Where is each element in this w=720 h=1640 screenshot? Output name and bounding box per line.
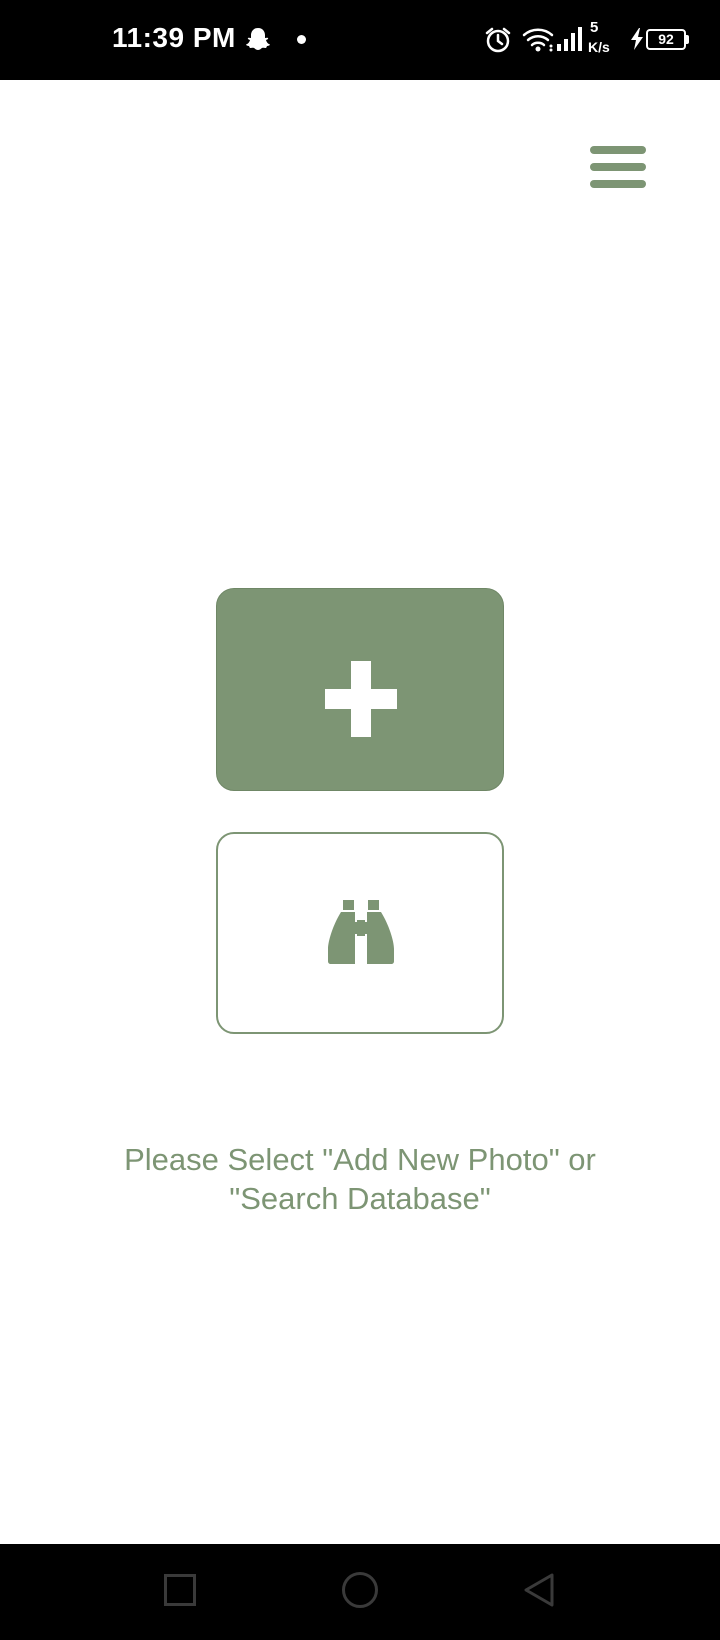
status-time: 11:39 PM	[112, 22, 236, 53]
system-navigation-bar	[0, 1544, 720, 1640]
network-speed-unit: K/s	[588, 39, 610, 55]
hamburger-menu-button[interactable]	[584, 140, 652, 194]
status-bar: 11:39 PM 5 K/s 92	[0, 0, 720, 80]
battery-icon: 92	[646, 29, 686, 50]
alarm-icon	[484, 26, 512, 59]
charging-bolt-icon	[630, 28, 644, 55]
instruction-line-2: "Search Database"	[229, 1181, 491, 1216]
search-database-button[interactable]	[216, 832, 504, 1034]
hamburger-menu-icon	[590, 163, 646, 171]
home-circle-icon[interactable]	[342, 1572, 378, 1608]
hamburger-menu-icon	[590, 146, 646, 154]
battery-tip	[686, 35, 689, 44]
plus-icon	[325, 661, 397, 737]
add-new-photo-button[interactable]	[216, 588, 504, 791]
notification-dot-icon	[297, 35, 306, 44]
recents-square-icon[interactable]	[164, 1574, 196, 1606]
back-triangle-icon[interactable]	[522, 1572, 556, 1613]
binoculars-icon	[328, 900, 394, 966]
battery-level: 92	[658, 31, 674, 47]
instruction-text: Please Select "Add New Photo" or "Search…	[60, 1140, 660, 1218]
snapchat-notification-icon	[244, 26, 272, 59]
hamburger-menu-icon	[590, 180, 646, 188]
network-speed-value: 5	[590, 19, 599, 36]
cell-signal-icon	[556, 26, 584, 57]
instruction-line-1: Please Select "Add New Photo" or	[124, 1142, 596, 1177]
wifi-icon	[522, 26, 554, 57]
app-screen: 11:39 PM 5 K/s 92 Please Select "Add New…	[0, 0, 720, 1640]
